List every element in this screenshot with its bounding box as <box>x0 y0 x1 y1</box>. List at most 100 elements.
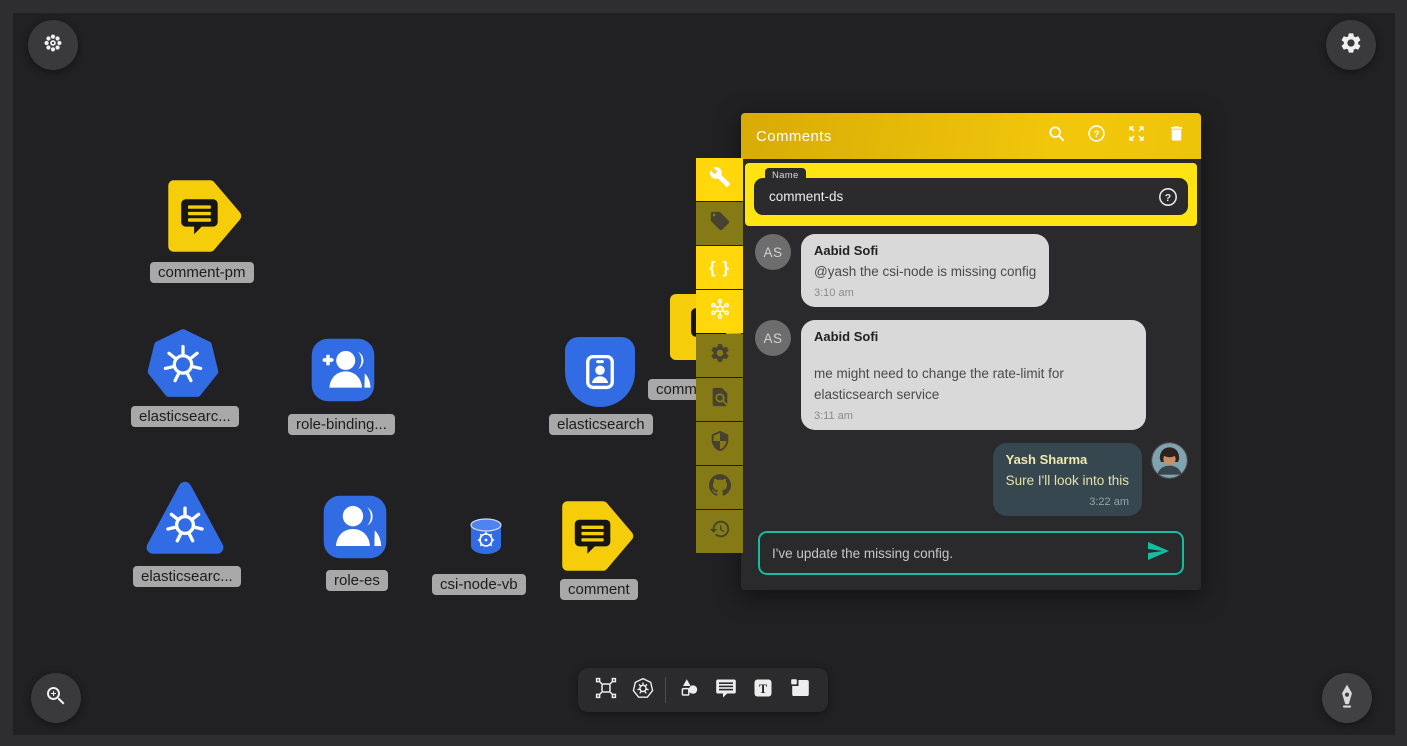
message-time: 3:22 am <box>1006 496 1129 508</box>
role-binding-icon <box>309 391 377 408</box>
settings-button[interactable] <box>1326 20 1376 70</box>
message-bubble: Aabid Sofi me might need to change the r… <box>801 320 1146 430</box>
messages-list[interactable]: AS Aabid Sofi @yash the csi-node is miss… <box>741 230 1201 525</box>
message: Yash Sharma Sure I'll look into this 3:2… <box>755 443 1187 516</box>
settings-button[interactable] <box>696 334 743 377</box>
kanvas-flower-icon <box>42 32 64 59</box>
storage-cylinder-icon <box>466 543 506 560</box>
node-csi-node-vb[interactable] <box>466 516 506 556</box>
history-button[interactable] <box>696 510 743 553</box>
message-text: Sure I'll look into this <box>1006 471 1129 491</box>
svg-text:?: ? <box>1094 129 1100 140</box>
name-field-label: Name <box>765 168 806 184</box>
avatar-photo <box>1152 443 1187 478</box>
message: AS Aabid Sofi me might need to change th… <box>755 320 1187 430</box>
schematic-icon <box>594 676 618 705</box>
inspect-button[interactable] <box>696 378 743 421</box>
avatar-initials: AS <box>755 320 791 356</box>
node-comment[interactable] <box>560 499 634 573</box>
role-icon <box>321 548 389 565</box>
kubernetes-tool-button[interactable] <box>628 675 658 705</box>
message-author: Yash Sharma <box>1006 452 1129 467</box>
gear-icon <box>709 342 731 369</box>
braces-icon: { } <box>709 258 730 278</box>
message-text: @yash the csi-node is missing config <box>814 262 1036 282</box>
node-label[interactable]: csi-node-vb <box>432 574 526 595</box>
message: AS Aabid Sofi @yash the csi-node is miss… <box>755 234 1187 307</box>
configure-button[interactable] <box>696 158 743 201</box>
gear-icon <box>1339 31 1363 60</box>
zoom-button[interactable] <box>31 673 81 723</box>
doc-search-icon <box>709 386 731 413</box>
comment-input[interactable] <box>772 546 1146 561</box>
help-icon[interactable]: ? <box>1087 124 1106 148</box>
send-icon[interactable] <box>1146 539 1170 568</box>
svg-text:T: T <box>759 682 768 696</box>
node-label[interactable]: role-es <box>326 570 388 591</box>
message-time: 3:10 am <box>814 287 1036 299</box>
github-icon <box>709 474 731 501</box>
comment-flag-icon <box>166 241 242 258</box>
zoom-in-icon <box>44 684 68 713</box>
github-button[interactable] <box>696 466 743 509</box>
kubernetes-icon <box>147 386 219 403</box>
search-icon[interactable] <box>1047 124 1066 148</box>
node-role-es[interactable] <box>321 493 389 561</box>
avatar-initials: AS <box>755 234 791 270</box>
note-icon <box>788 676 812 705</box>
kubernetes-icon <box>631 676 655 705</box>
svg-text:?: ? <box>1165 193 1171 204</box>
node-elasticsearch-heptagon[interactable] <box>147 327 219 399</box>
shapes-icon <box>677 676 701 705</box>
schematic-tool-button[interactable] <box>591 675 621 705</box>
trash-icon[interactable] <box>1167 124 1186 148</box>
text-tool-button[interactable]: T <box>748 675 778 705</box>
tag-icon <box>709 210 731 237</box>
name-input[interactable] <box>754 178 1188 215</box>
name-field-block: Name ? <box>745 163 1197 226</box>
comment-icon <box>714 676 738 705</box>
node-role-binding[interactable] <box>309 336 377 404</box>
json-config-button[interactable]: { } <box>696 246 743 289</box>
message-author: Aabid Sofi <box>814 243 1036 258</box>
kanvas-app: { "floating": { "top_left_icon": "kanvas… <box>0 0 1407 746</box>
expand-icon[interactable] <box>1127 124 1146 148</box>
note-tool-button[interactable] <box>785 675 815 705</box>
toolbar-divider <box>665 677 666 703</box>
shield-icon <box>709 430 731 457</box>
node-label[interactable]: elasticsearc... <box>131 406 239 427</box>
node-label[interactable]: comment <box>560 579 638 600</box>
panel-title: Comments <box>756 128 832 145</box>
message-time: 3:11 am <box>814 410 1133 422</box>
wrench-icon <box>709 166 731 193</box>
node-label[interactable]: elasticsearc... <box>133 566 241 587</box>
shapes-toolbar: T <box>578 668 828 712</box>
hub-button[interactable] <box>696 290 743 333</box>
comment-flag-icon <box>560 560 634 577</box>
comment-composer <box>758 531 1184 575</box>
field-help-icon[interactable]: ? <box>1158 187 1178 207</box>
node-comment-pm[interactable] <box>166 178 242 254</box>
node-label[interactable]: elasticsearch <box>549 414 653 435</box>
kanvas-menu-button[interactable] <box>28 20 78 70</box>
node-label[interactable]: role-binding... <box>288 414 395 435</box>
kubernetes-triangle-icon <box>145 543 225 560</box>
comment-tool-button[interactable] <box>711 675 741 705</box>
node-context-toolbar: { } <box>696 158 743 554</box>
node-elasticsearch[interactable] <box>565 337 635 407</box>
hub-icon <box>709 298 731 325</box>
history-icon <box>709 518 731 545</box>
pen-tool-button[interactable] <box>1322 673 1372 723</box>
message-bubble: Aabid Sofi @yash the csi-node is missing… <box>801 234 1049 307</box>
tag-button[interactable] <box>696 202 743 245</box>
message-text: me might need to change the rate-limit f… <box>814 364 1133 405</box>
text-icon: T <box>751 676 775 705</box>
pen-nib-icon <box>1334 683 1360 714</box>
comments-panel-header[interactable]: Comments ? <box>741 113 1201 159</box>
message-bubble: Yash Sharma Sure I'll look into this 3:2… <box>993 443 1142 516</box>
security-button[interactable] <box>696 422 743 465</box>
shapes-tool-button[interactable] <box>674 675 704 705</box>
node-elasticsearch-triangle[interactable] <box>145 478 225 556</box>
message-author: Aabid Sofi <box>814 329 1133 344</box>
node-label[interactable]: comment-pm <box>150 262 254 283</box>
